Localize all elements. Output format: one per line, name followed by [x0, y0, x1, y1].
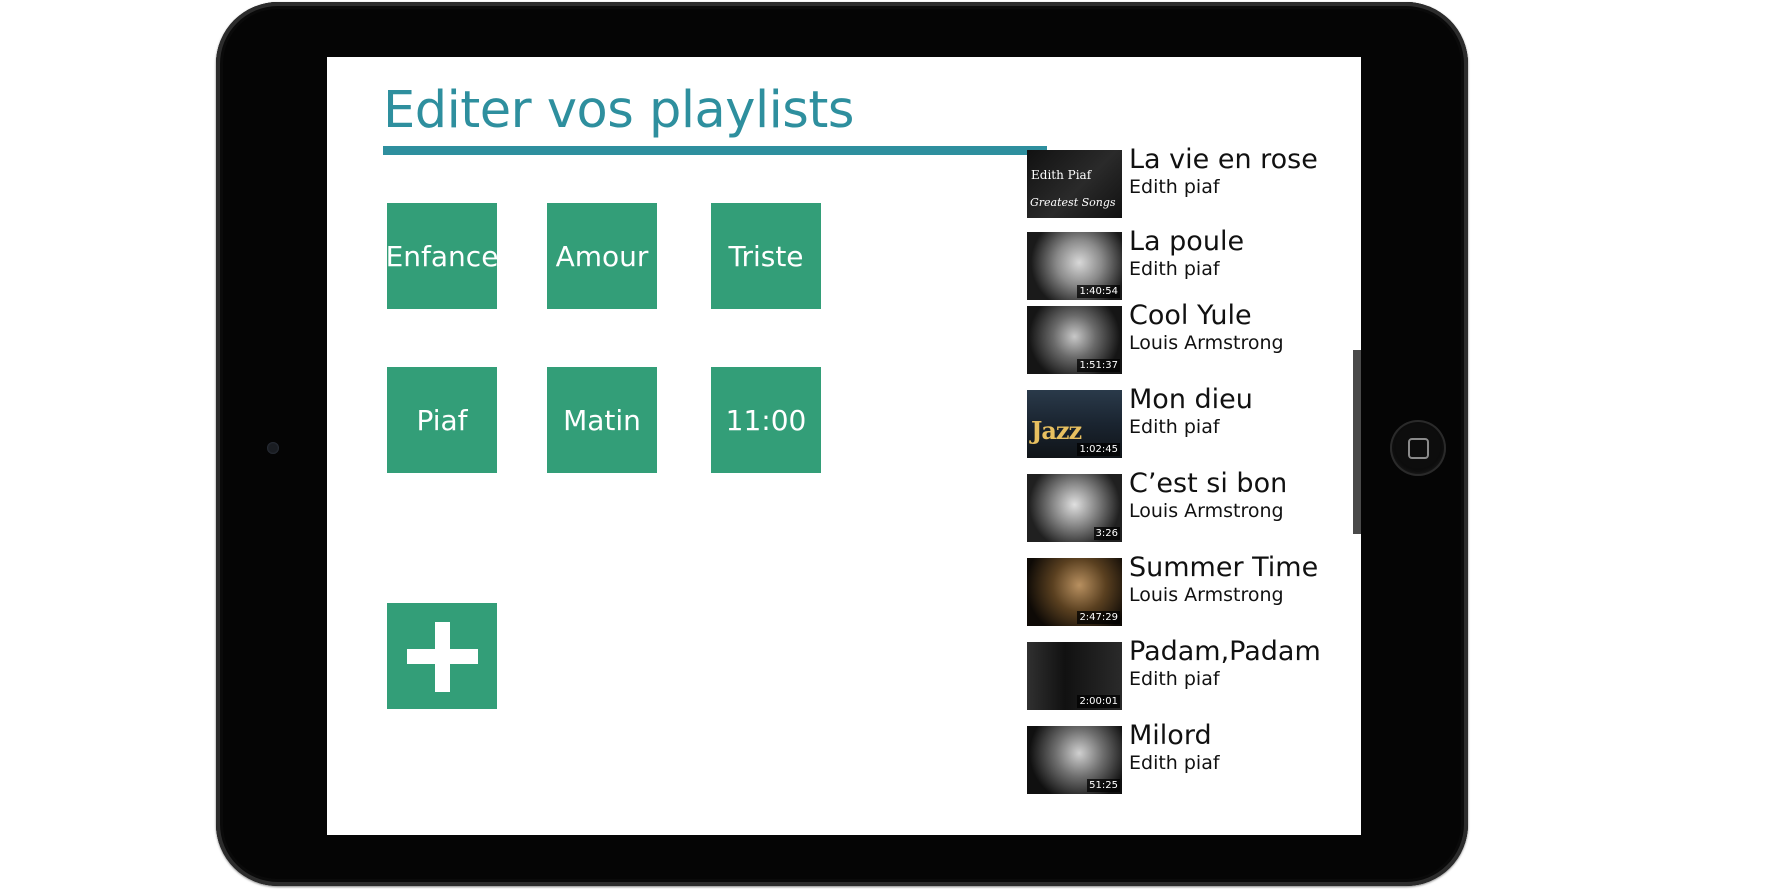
song-list: Edith Piaf Greatest Songs La vie en rose… [1027, 57, 1361, 835]
song-artist: Louis Armstrong [1129, 332, 1284, 354]
album-thumbnail: Jazz 1:02:45 [1027, 390, 1122, 458]
playlist-tile-amour[interactable]: Amour [547, 203, 657, 309]
song-item[interactable]: 51:25 Milord Edith piaf [1027, 720, 1327, 796]
playlist-tile-1100[interactable]: 11:00 [711, 367, 821, 473]
duration-badge: 1:51:37 [1077, 359, 1120, 372]
song-artist: Louis Armstrong [1129, 584, 1284, 606]
duration-badge: 3:26 [1093, 527, 1120, 540]
duration-badge: 2:47:29 [1077, 611, 1120, 624]
playlist-tile-matin[interactable]: Matin [547, 367, 657, 473]
playlist-tile-piaf[interactable]: Piaf [387, 367, 497, 473]
song-artist: Edith piaf [1129, 176, 1220, 198]
song-item[interactable]: Jazz 1:02:45 Mon dieu Edith piaf [1027, 384, 1327, 460]
album-thumbnail: 1:40:54 [1027, 232, 1122, 300]
duration-badge: 1:40:54 [1077, 285, 1120, 298]
song-title: La vie en rose [1129, 144, 1318, 175]
thumbnail-caption: Jazz [1031, 416, 1082, 445]
song-title: Mon dieu [1129, 384, 1253, 415]
duration-badge: 51:25 [1087, 779, 1120, 792]
duration-badge: 1:02:45 [1077, 443, 1120, 456]
page-title: Editer vos playlists [383, 81, 854, 140]
home-square-icon [1407, 437, 1429, 459]
playlist-tile-triste[interactable]: Triste [711, 203, 821, 309]
song-item[interactable]: 2:47:29 Summer Time Louis Armstrong [1027, 552, 1327, 628]
home-button[interactable] [1390, 420, 1446, 476]
song-item[interactable]: 1:51:37 Cool Yule Louis Armstrong [1027, 300, 1327, 376]
song-item[interactable]: 2:00:01 Padam,Padam Edith piaf [1027, 636, 1327, 712]
song-artist: Edith piaf [1129, 416, 1220, 438]
app-screen: Editer vos playlists Enfance Amour Trist… [327, 57, 1361, 835]
song-title: La poule [1129, 226, 1245, 257]
album-thumbnail: 2:00:01 [1027, 642, 1122, 710]
camera-icon [267, 442, 279, 454]
scrollbar[interactable] [1353, 350, 1361, 534]
song-artist: Edith piaf [1129, 258, 1220, 280]
thumbnail-caption: Edith Piaf [1031, 168, 1092, 182]
album-thumbnail: 51:25 [1027, 726, 1122, 794]
song-artist: Louis Armstrong [1129, 500, 1284, 522]
title-underline [383, 146, 1047, 155]
song-item[interactable]: 3:26 C’est si bon Louis Armstrong [1027, 468, 1327, 544]
song-title: C’est si bon [1129, 468, 1288, 499]
duration-badge: 2:00:01 [1077, 695, 1120, 708]
song-title: Milord [1129, 720, 1212, 751]
song-artist: Edith piaf [1129, 668, 1220, 690]
album-thumbnail: 3:26 [1027, 474, 1122, 542]
album-thumbnail: Edith Piaf Greatest Songs [1027, 150, 1122, 218]
song-title: Cool Yule [1129, 300, 1252, 331]
plus-icon-bar [407, 649, 478, 664]
thumbnail-subcaption: Greatest Songs [1030, 196, 1116, 209]
song-title: Padam,Padam [1129, 636, 1321, 667]
song-item[interactable]: 1:40:54 La poule Edith piaf [1027, 226, 1327, 302]
album-thumbnail: 1:51:37 [1027, 306, 1122, 374]
song-artist: Edith piaf [1129, 752, 1220, 774]
album-thumbnail: 2:47:29 [1027, 558, 1122, 626]
playlist-tile-enfance[interactable]: Enfance [386, 203, 498, 309]
song-item[interactable]: Edith Piaf Greatest Songs La vie en rose… [1027, 144, 1327, 220]
add-playlist-button[interactable] [387, 603, 497, 709]
song-title: Summer Time [1129, 552, 1319, 583]
